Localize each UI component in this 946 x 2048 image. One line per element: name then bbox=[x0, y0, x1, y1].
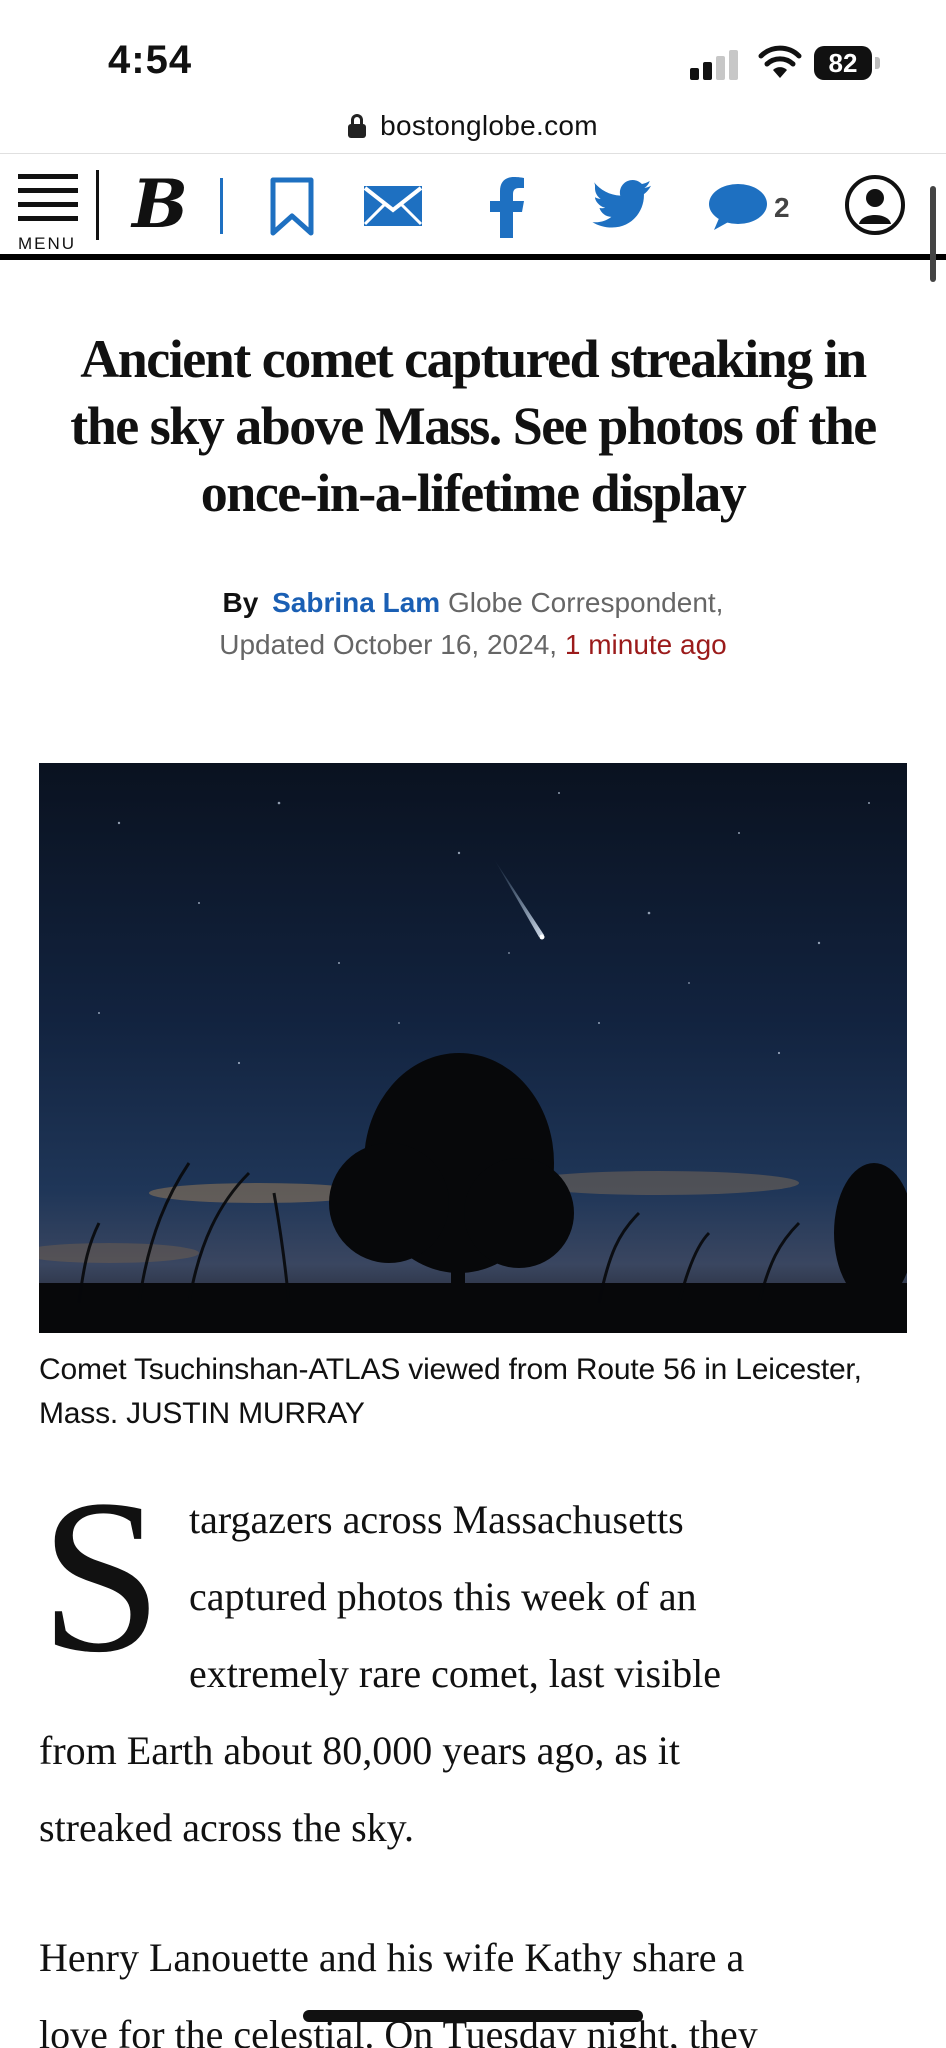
paragraph-line: targazers across Massachusetts bbox=[189, 1497, 684, 1542]
article-headline: Ancient comet captured streaking in the … bbox=[70, 329, 877, 523]
cellular-signal-icon bbox=[690, 48, 742, 80]
address-bar[interactable]: bostonglobe.com bbox=[0, 98, 946, 154]
battery-icon: 82 bbox=[814, 46, 880, 80]
paragraph-line: captured photos this week of an bbox=[189, 1574, 697, 1619]
divider bbox=[96, 170, 99, 240]
paragraph-line: from Earth about 80,000 years ago, as it bbox=[39, 1728, 680, 1773]
home-indicator[interactable] bbox=[303, 2010, 643, 2022]
facebook-icon[interactable] bbox=[488, 176, 526, 238]
account-icon[interactable] bbox=[844, 174, 906, 236]
boston-globe-logo[interactable]: B bbox=[128, 168, 192, 240]
email-icon[interactable] bbox=[362, 184, 424, 228]
comet-photo[interactable] bbox=[39, 763, 907, 1333]
author-role: Globe Correspondent, bbox=[447, 587, 724, 618]
photo-caption: Comet Tsuchinshan-ATLAS viewed from Rout… bbox=[39, 1348, 907, 1436]
status-time: 4:54 bbox=[108, 38, 193, 82]
caption-line: Comet Tsuchinshan-ATLAS viewed from Rout… bbox=[39, 1353, 862, 1386]
paragraph-line: streaked across the sky. bbox=[39, 1805, 415, 1850]
updated-date: Updated October 16, 2024, bbox=[219, 629, 558, 660]
comment-icon[interactable] bbox=[706, 182, 768, 234]
byline-by: By bbox=[222, 587, 259, 618]
author-link[interactable]: Sabrina Lam bbox=[272, 587, 440, 618]
site-toolbar: MENU B 2 bbox=[0, 156, 946, 260]
url-text: bostonglobe.com bbox=[380, 109, 598, 141]
updated-ago: 1 minute ago bbox=[564, 629, 727, 660]
menu-label: MENU bbox=[18, 234, 77, 253]
paragraph-line: extremely rare comet, last visible bbox=[189, 1651, 722, 1696]
scrollbar[interactable] bbox=[930, 186, 936, 282]
bookmark-icon[interactable] bbox=[268, 176, 316, 238]
battery-level: 82 bbox=[814, 46, 872, 80]
status-bar: 4:54 82 bbox=[0, 0, 946, 110]
lock-icon bbox=[348, 113, 367, 138]
drop-cap: S bbox=[40, 1454, 163, 1698]
twitter-icon[interactable] bbox=[592, 180, 652, 230]
wifi-icon bbox=[758, 45, 802, 78]
comment-count[interactable]: 2 bbox=[774, 192, 790, 224]
menu-icon bbox=[18, 174, 78, 179]
byline: By Sabrina Lam Globe Correspondent, Upda… bbox=[0, 582, 946, 666]
divider bbox=[220, 178, 223, 234]
paragraph-line: Henry Lanouette and his wife Kathy share… bbox=[39, 1935, 745, 1980]
caption-line: Mass. JUSTIN MURRAY bbox=[39, 1397, 365, 1430]
menu-button[interactable]: MENU bbox=[18, 172, 82, 253]
